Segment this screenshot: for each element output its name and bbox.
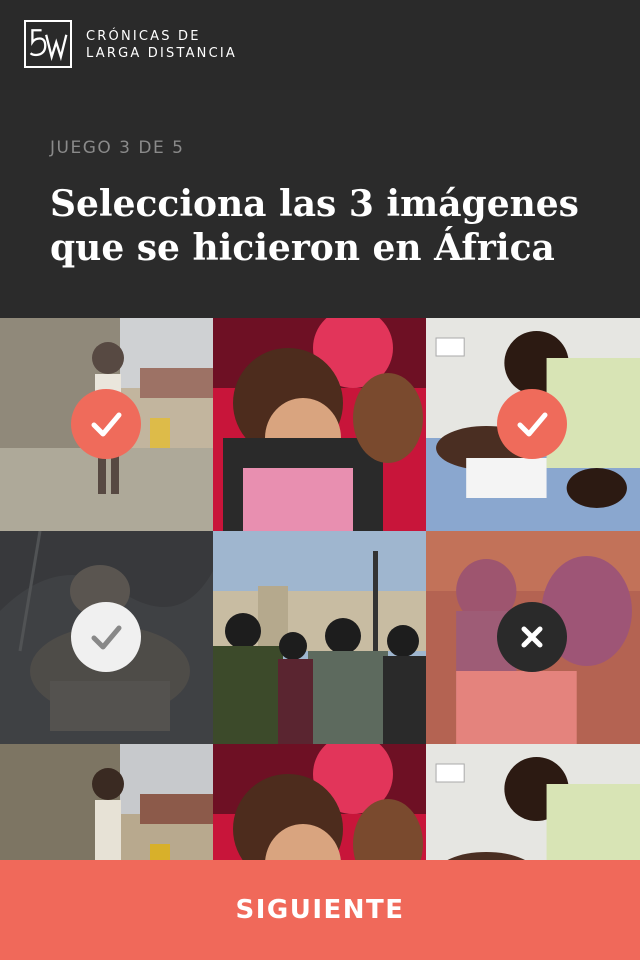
game-header: JUEGO 3 DE 5 Selecciona las 3 imágenes q… <box>0 90 640 318</box>
step-indicator: JUEGO 3 DE 5 <box>50 138 185 158</box>
brand-line-1: CRÓNICAS DE <box>86 29 201 44</box>
image-tile-8[interactable] <box>213 744 426 860</box>
page-title: Selecciona las 3 imágenes que se hiciero… <box>50 183 579 269</box>
close-icon <box>497 602 567 672</box>
next-button[interactable]: SIGUIENTE <box>0 860 640 960</box>
photo-girl-street <box>0 744 213 860</box>
5w-logo-icon[interactable] <box>24 20 72 68</box>
image-tile-5[interactable] <box>213 531 426 744</box>
image-tile-7[interactable] <box>0 744 213 860</box>
photo-woman-child <box>213 318 426 531</box>
image-tile-9[interactable] <box>426 744 640 860</box>
image-tile-1[interactable] <box>0 318 213 531</box>
photo-woman-child <box>213 744 426 860</box>
image-tile-3[interactable] <box>426 318 640 531</box>
check-icon <box>497 389 567 459</box>
photo-harbor-people <box>213 531 426 744</box>
image-tile-6[interactable] <box>426 531 640 744</box>
brand-name: CRÓNICAS DE LARGA DISTANCIA <box>86 28 237 62</box>
check-icon <box>71 602 141 672</box>
image-tile-4[interactable] <box>0 531 213 744</box>
image-grid <box>0 318 640 860</box>
check-icon <box>71 389 141 459</box>
image-tile-2[interactable] <box>213 318 426 531</box>
top-bar: CRÓNICAS DE LARGA DISTANCIA <box>0 0 640 90</box>
brand-line-2: LARGA DISTANCIA <box>86 46 238 61</box>
photo-man-hospital <box>426 744 640 860</box>
